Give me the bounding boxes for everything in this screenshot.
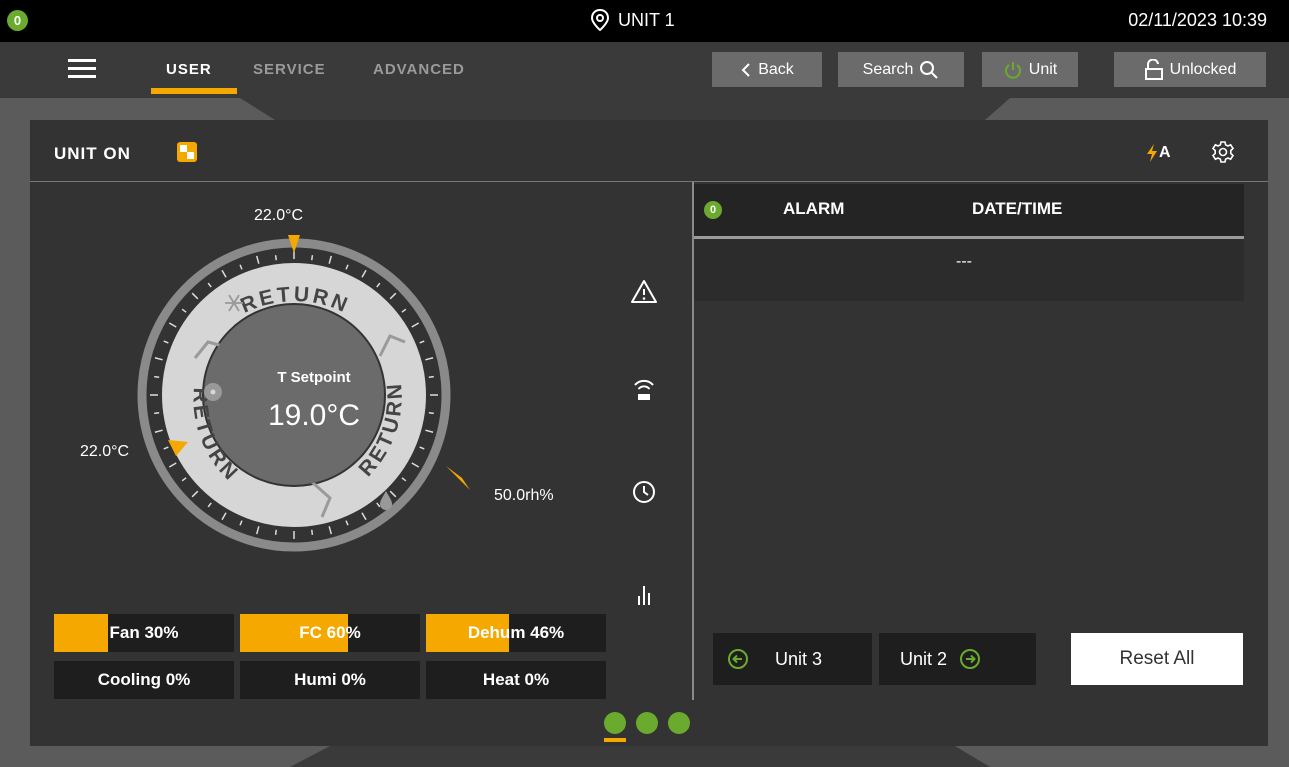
unit-title: UNIT 1 — [590, 9, 675, 31]
back-button[interactable]: Back — [712, 52, 822, 87]
tab-advanced[interactable]: ADVANCED — [373, 61, 465, 78]
fan-icon — [204, 383, 222, 401]
dehum-bar: Dehum 46% — [426, 614, 606, 652]
setpoint-dial: RETURN RETURN RETURN T Setpoint 19.0°C 2… — [80, 207, 554, 552]
dial-tick — [428, 375, 434, 378]
right-marker — [446, 466, 470, 490]
lightning-icon — [1147, 144, 1157, 162]
left-value-label: 22.0°C — [80, 443, 129, 460]
active-page-indicator — [604, 738, 626, 742]
reset-all-button[interactable]: Reset All — [1071, 633, 1243, 685]
tab-service[interactable]: SERVICE — [253, 61, 326, 78]
fan-bar-label: Fan 30% — [109, 623, 179, 642]
fan-bar: Fan 30% — [54, 614, 234, 652]
top-value-label: 22.0°C — [254, 207, 303, 224]
dial-tick — [154, 412, 160, 415]
humi-bar-label: Humi 0% — [294, 670, 366, 689]
statistics-icon[interactable] — [630, 580, 658, 608]
setpoint-value[interactable]: 19.0°C — [268, 399, 360, 432]
dehum-bar-label: Dehum 46% — [467, 623, 565, 642]
dial-tick — [274, 255, 277, 261]
unlock-icon — [1144, 58, 1163, 80]
cooling-bar-label: Cooling 0% — [97, 670, 191, 689]
top-status-bar: 0 UNIT 1 02/11/2023 10:39 — [0, 0, 1289, 42]
hamburger-icon[interactable] — [68, 59, 96, 79]
chevron-left-icon — [741, 62, 750, 77]
auto-mode-label: A — [1159, 144, 1171, 161]
lock-button-label: Unlocked — [1169, 60, 1237, 78]
lock-button[interactable]: Unlocked — [1114, 52, 1266, 87]
alarm-table-count-badge: 0 — [704, 201, 722, 219]
dial-tick — [428, 412, 434, 415]
alarm-count-badge[interactable]: 0 — [7, 10, 28, 31]
power-icon — [1004, 61, 1021, 79]
dial-tick — [274, 529, 277, 535]
dial-tick — [311, 529, 314, 535]
main-panel: UNIT ON A RETURN RETURN RETURN T Setpoin… — [30, 120, 1268, 746]
active-tab-indicator — [151, 88, 237, 94]
unit-power-label: Unit — [1028, 60, 1058, 78]
gear-icon[interactable] — [1211, 140, 1235, 164]
clock-icon[interactable] — [630, 478, 658, 506]
humi-bar: Humi 0% — [240, 661, 420, 699]
decorative-band-bottom — [0, 746, 1289, 767]
location-pin-icon — [590, 9, 610, 31]
back-button-label: Back — [758, 60, 794, 78]
nav-bar: USER SERVICE ADVANCED Back Search Unit U… — [0, 42, 1289, 98]
tab-user[interactable]: USER — [166, 61, 212, 78]
next-unit-label: Unit 2 — [900, 648, 948, 669]
unit-title-text: UNIT 1 — [618, 9, 675, 30]
datetime: 02/11/2023 10:39 — [1128, 10, 1267, 30]
page-dot-2[interactable] — [636, 712, 658, 734]
arrow-right-circle-icon — [960, 649, 981, 669]
datetime-column-header[interactable]: DATE/TIME — [972, 199, 1062, 219]
right-value-label: 50.0rh% — [494, 487, 554, 504]
decorative-band — [0, 98, 1289, 120]
dial-tick — [311, 255, 314, 261]
cooling-bar: Cooling 0% — [54, 661, 234, 699]
table-row[interactable]: --- — [694, 239, 1244, 301]
arrow-left-circle-icon — [728, 649, 748, 669]
heat-bar: Heat 0% — [426, 661, 606, 699]
search-button[interactable]: Search — [838, 52, 964, 87]
page-dot-3[interactable] — [668, 712, 690, 734]
dial-tick — [154, 375, 160, 378]
next-unit-button[interactable]: Unit 2 — [879, 633, 1036, 685]
setpoint-label: T Setpoint — [277, 369, 350, 386]
page-dot-1[interactable] — [604, 712, 626, 734]
alarm-empty-cell: --- — [956, 253, 972, 270]
search-icon — [920, 60, 939, 79]
network-icon[interactable] — [630, 375, 658, 403]
prev-unit-button[interactable]: Unit 3 — [713, 633, 872, 685]
heat-bar-label: Heat 0% — [482, 670, 550, 689]
search-button-label: Search — [862, 60, 914, 78]
unit-power-button[interactable]: Unit — [982, 52, 1078, 87]
alarm-warning-icon[interactable] — [630, 278, 658, 306]
fc-bar: FC 60% — [240, 614, 420, 652]
auto-mode-indicator[interactable]: A — [1146, 144, 1171, 162]
prev-unit-label: Unit 3 — [775, 648, 823, 669]
fc-bar-label: FC 60% — [299, 623, 361, 642]
alarm-column-header[interactable]: ALARM — [783, 199, 844, 219]
alarm-table-header: 0 ALARM DATE/TIME — [694, 184, 1244, 236]
